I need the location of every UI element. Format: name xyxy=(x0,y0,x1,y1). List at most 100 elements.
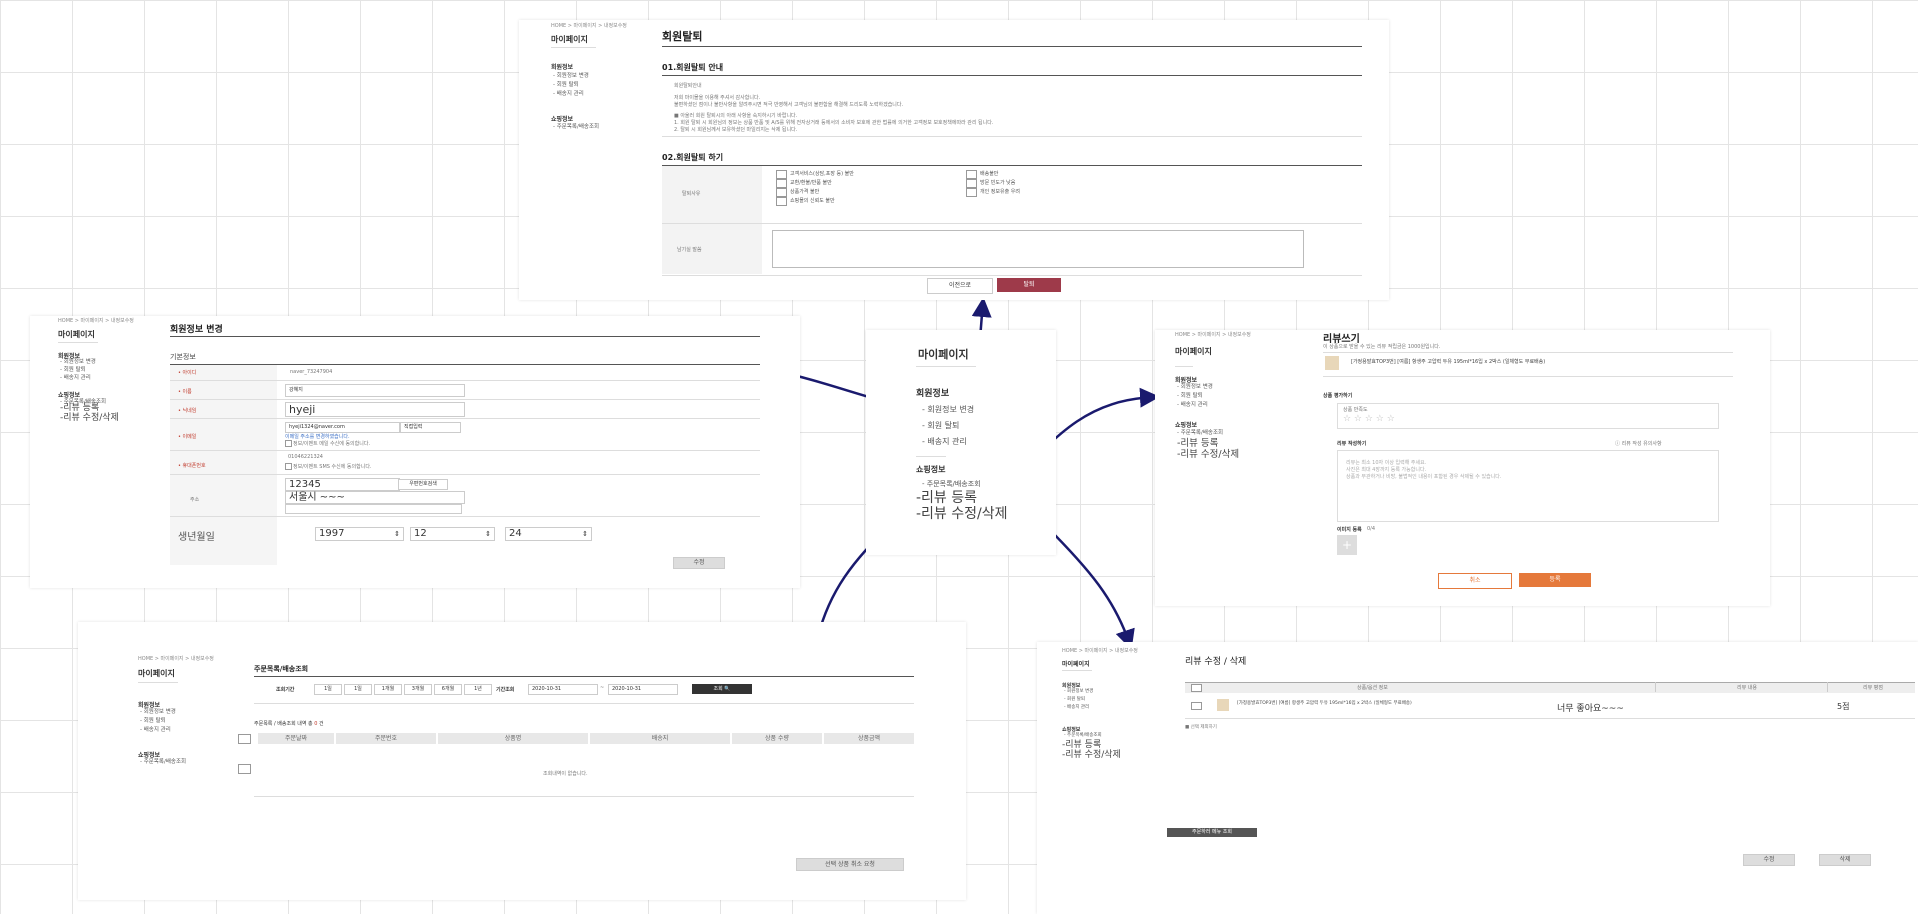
sidebar-item-withdraw[interactable]: - 회원 탈퇴 xyxy=(140,717,166,726)
placeholder-text: 리뷰는 최소 10자 이상 입력해 주세요. xyxy=(1346,460,1427,466)
reason-checkbox[interactable] xyxy=(966,170,977,179)
menu-item-review-edit[interactable]: -리뷰 수정/삭제 xyxy=(916,506,1008,522)
select-all-checkbox[interactable] xyxy=(1191,684,1202,692)
review-textarea[interactable]: 리뷰는 최소 10자 이상 입력해 주세요. 사진은 최대 4장까지 등록 가능… xyxy=(1337,450,1719,522)
period-button[interactable]: 1개월 xyxy=(374,684,402,695)
period-button[interactable]: 1일 xyxy=(344,684,372,695)
add-image-icon[interactable]: + xyxy=(1337,535,1357,555)
sidebar-item-address[interactable]: - 배송지 관리 xyxy=(60,374,91,383)
page-title: 리뷰 수정 / 삭제 xyxy=(1185,657,1247,667)
sidebar-item-review-edit[interactable]: -리뷰 수정/삭제 xyxy=(1062,750,1121,760)
reason-checkbox[interactable] xyxy=(776,170,787,179)
reason-label-item: 개인 정보유출 우려 xyxy=(980,189,1020,195)
menu-item-orders[interactable]: - 주문목록/배송조회 xyxy=(922,479,981,489)
spinner-icon: ⇕ xyxy=(394,530,400,538)
withdraw-button[interactable]: 탈퇴 xyxy=(997,278,1061,292)
period-button[interactable]: 6개월 xyxy=(434,684,462,695)
sidebar-item-address[interactable]: - 배송지 관리 xyxy=(553,90,584,99)
sidebar-item-edit-info[interactable]: - 회원정보 변경 xyxy=(1064,688,1093,696)
sms-agree-checkbox[interactable] xyxy=(285,463,292,470)
withdraw-page-screenshot: HOME > 마이페이지 > 내정보수정 마이페이지 회원정보 - 회원정보 변… xyxy=(519,20,1389,300)
name-field[interactable]: 강혜지 xyxy=(285,384,465,397)
email-field[interactable]: hyeji1324@naver.com xyxy=(285,422,400,433)
delete-button[interactable]: 삭제 xyxy=(1819,854,1871,866)
reason-label-item: 쇼핑몰의 신뢰도 불만 xyxy=(790,198,835,204)
zipcode-search-button[interactable]: 우편번호검색 xyxy=(398,479,448,490)
birth-label: 생년월일 xyxy=(178,532,215,543)
sidebar-item-withdraw[interactable]: - 회원 탈퇴 xyxy=(553,81,579,90)
column-header: 리뷰 내용 xyxy=(1737,685,1757,691)
column-header: 상품/옵션 정보 xyxy=(1357,685,1388,691)
address-detail-field[interactable] xyxy=(285,504,462,514)
message-textarea[interactable] xyxy=(772,230,1304,268)
product-thumbnail xyxy=(1217,699,1229,711)
birth-year-select[interactable]: 1997 ⇕ xyxy=(315,527,404,541)
address-field[interactable]: 서울시 ~~~ xyxy=(285,491,465,504)
date-separator: ~ xyxy=(600,685,605,691)
birth-month-select[interactable]: 12 ⇕ xyxy=(410,527,495,541)
sidebar-item-edit-info[interactable]: - 회원정보 변경 xyxy=(1177,383,1213,392)
menu-item-review-register[interactable]: -리뷰 등록 xyxy=(916,490,977,506)
breadcrumb: HOME > 마이페이지 > 내정보수정 xyxy=(58,318,134,324)
email-domain-select[interactable]: 직접입력 xyxy=(400,422,461,433)
notice-text: 2. 탈퇴 시 회원님께서 보유하셨던 마일리지는 삭제 됩니다. xyxy=(674,127,798,133)
sidebar-item-address[interactable]: - 배송지 관리 xyxy=(140,726,171,735)
sidebar-item-orders[interactable]: - 주문목록/배송조회 xyxy=(1064,732,1102,740)
sidebar-item-edit-info[interactable]: - 회원정보 변경 xyxy=(140,708,176,717)
sidebar-item-orders[interactable]: - 주문목록/배송조회 xyxy=(553,123,599,132)
sidebar-item-address[interactable]: - 배송지 관리 xyxy=(1064,704,1089,712)
nickname-field[interactable]: hyeji xyxy=(285,402,465,417)
submit-button[interactable]: 등록 xyxy=(1519,573,1591,587)
period-button[interactable]: 1년 xyxy=(464,684,492,695)
zipcode-field[interactable]: 12345 xyxy=(285,478,400,491)
email-agree-checkbox[interactable] xyxy=(285,440,292,447)
date-from-field[interactable]: 2020-10-31 xyxy=(528,684,598,695)
sidebar-item-orders[interactable]: - 주문목록/배송조회 xyxy=(140,758,186,767)
sidebar-item-review-edit[interactable]: -리뷰 수정/삭제 xyxy=(60,413,119,423)
empty-message: 조회내역이 없습니다. xyxy=(543,771,588,777)
guide-text: 불편하셨던 점이나 불만사항을 알려주시면 적극 반영해서 고객님의 불편함을 … xyxy=(674,102,904,108)
basic-info-title: 기본정보 xyxy=(170,353,196,361)
section-guide-title: 01.회원탈퇴 안내 xyxy=(662,63,724,72)
prev-button[interactable]: 이전으로 xyxy=(927,278,993,294)
save-button[interactable]: 수정 xyxy=(673,557,725,569)
sidebar-shopping-info: 쇼핑정보 xyxy=(551,116,574,123)
period-button[interactable]: 3개월 xyxy=(404,684,432,695)
sidebar-item-review-register[interactable]: -리뷰 등록 xyxy=(60,403,99,413)
birth-year-value: 1997 xyxy=(319,528,345,539)
menu-item-address[interactable]: - 배송지 관리 xyxy=(922,436,967,447)
sidebar-item-orders[interactable]: - 주문목록/배송조회 xyxy=(1177,429,1223,438)
arrow-to-review-edit xyxy=(1044,524,1135,650)
period-button[interactable]: 1일 xyxy=(314,684,342,695)
reason-label-item: 교환/환불/반품 불만 xyxy=(790,180,832,186)
menu-title: 마이페이지 xyxy=(918,348,969,361)
sidebar-item-withdraw[interactable]: - 회원 탈퇴 xyxy=(1177,392,1203,401)
sidebar-item-review-register[interactable]: -리뷰 등록 xyxy=(1062,740,1101,750)
reason-checkbox[interactable] xyxy=(776,197,787,206)
sidebar-item-edit-info[interactable]: - 회원정보 변경 xyxy=(553,72,589,81)
select-except-link[interactable]: ■ 선택 제외하기 xyxy=(1185,724,1217,730)
sidebar-item-withdraw[interactable]: - 회원 탈퇴 xyxy=(1064,696,1085,704)
sidebar-item-review-register[interactable]: -리뷰 등록 xyxy=(1177,438,1218,449)
order-menu-button[interactable]: 주문하러 메뉴 조회 xyxy=(1167,828,1257,837)
select-all-checkbox[interactable] xyxy=(238,734,251,744)
edit-button[interactable]: 수정 xyxy=(1743,854,1795,866)
sidebar-item-address[interactable]: - 배송지 관리 xyxy=(1177,401,1208,410)
reason-checkbox[interactable] xyxy=(966,188,977,197)
menu-item-withdraw[interactable]: - 회원 탈퇴 xyxy=(922,420,959,431)
date-to-field[interactable]: 2020-10-31 xyxy=(608,684,678,695)
reason-checkbox[interactable] xyxy=(776,188,787,197)
result-suffix: 건 xyxy=(319,721,324,727)
page-title: 주문목록/배송조회 xyxy=(254,665,309,673)
cancel-request-button[interactable]: 선택 상품 취소 요청 xyxy=(796,858,904,871)
menu-item-edit-info[interactable]: - 회원정보 변경 xyxy=(922,404,974,415)
birth-day-select[interactable]: 24 ⇕ xyxy=(505,527,592,541)
reason-checkbox[interactable] xyxy=(966,179,977,188)
reason-checkbox[interactable] xyxy=(776,179,787,188)
sidebar-item-review-edit[interactable]: -리뷰 수정/삭제 xyxy=(1177,449,1239,460)
search-button[interactable]: 조회 🔍 xyxy=(692,684,752,694)
row-checkbox[interactable] xyxy=(1191,702,1202,710)
cancel-button[interactable]: 취소 xyxy=(1438,573,1512,589)
row-checkbox[interactable] xyxy=(238,764,251,774)
rating-stars[interactable]: ☆ ☆ ☆ ☆ ☆ xyxy=(1343,414,1395,424)
